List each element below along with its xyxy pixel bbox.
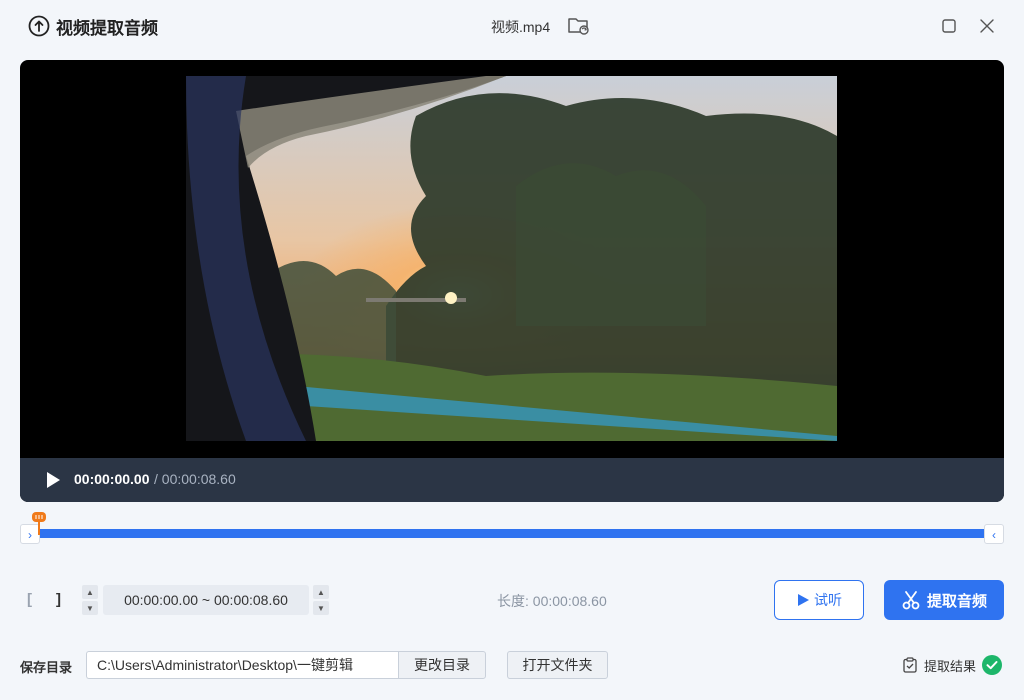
end-time-stepper[interactable]: ▲ ▼	[313, 585, 329, 615]
upload-circle-icon	[28, 15, 50, 37]
save-directory-label: 保存目录	[20, 660, 73, 675]
start-bracket-label: [	[27, 591, 32, 608]
extract-result-button[interactable]: 提取结果	[902, 655, 1003, 675]
file-name: 视频.mp4	[491, 19, 551, 35]
play-icon	[798, 594, 809, 606]
chevron-down-icon[interactable]: ▼	[313, 601, 329, 615]
maximize-icon	[942, 19, 956, 33]
check-circle-icon	[982, 655, 1003, 675]
start-time-stepper[interactable]: ▲ ▼	[82, 585, 98, 615]
total-time: / 00:00:08.60	[154, 471, 236, 487]
range-end-handle[interactable]: ‹	[984, 524, 1004, 544]
extract-audio-button[interactable]: 提取音频	[884, 580, 1004, 620]
close-icon	[980, 19, 994, 33]
timeline-track[interactable]	[38, 529, 986, 538]
open-folder-button[interactable]: 打开文件夹	[507, 651, 608, 679]
preview-listen-button[interactable]: 试听	[774, 580, 864, 620]
chevron-down-icon[interactable]: ▼	[82, 601, 98, 615]
close-button[interactable]	[977, 16, 997, 36]
chevron-up-icon[interactable]: ▲	[313, 585, 329, 599]
maximize-button[interactable]	[940, 17, 958, 35]
change-directory-button[interactable]: 更改目录	[398, 651, 486, 679]
scissors-icon	[902, 591, 920, 610]
app-title-text: 视频提取音频	[56, 18, 158, 38]
video-player[interactable]: 00:00:00.00 / 00:00:08.60	[20, 60, 1004, 502]
app-title: 视频提取音频	[28, 14, 158, 38]
length-label: 长度: 00:00:08.60	[497, 593, 607, 609]
video-frame	[186, 76, 837, 441]
extract-audio-label: 提取音频	[926, 592, 987, 610]
folder-refresh-icon	[568, 18, 589, 35]
clipboard-check-icon	[903, 657, 917, 673]
set-start-button[interactable]: [	[27, 591, 32, 608]
chevron-left-icon: ‹	[992, 528, 996, 542]
playhead-marker[interactable]	[31, 511, 47, 535]
play-icon	[47, 472, 60, 488]
play-button[interactable]	[42, 469, 64, 491]
extract-result-label: 提取结果	[924, 658, 977, 674]
chevron-up-icon[interactable]: ▲	[82, 585, 98, 599]
set-end-button[interactable]: ]	[56, 591, 61, 608]
time-range-input[interactable]: 00:00:00.00 ~ 00:00:08.60	[103, 585, 309, 615]
change-file-button[interactable]	[566, 14, 592, 38]
end-bracket-label: ]	[56, 591, 61, 608]
save-path-field[interactable]: C:\Users\Administrator\Desktop\一键剪辑	[86, 651, 399, 679]
preview-listen-label: 试听	[814, 592, 842, 608]
player-controls: 00:00:00.00 / 00:00:08.60	[20, 458, 1004, 502]
current-time: 00:00:00.00	[74, 471, 150, 487]
